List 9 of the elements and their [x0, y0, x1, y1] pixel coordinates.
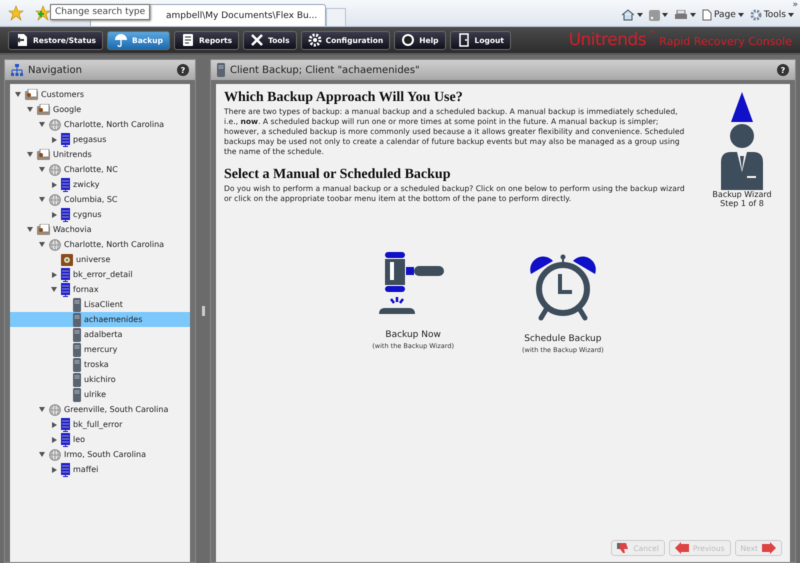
wizard-step: Step 1 of 8 — [720, 199, 764, 208]
section-heading: Which Backup Approach Will You Use? — [224, 90, 464, 106]
brand-logo: Unitrends — [568, 30, 646, 50]
panel-title: Navigation — [28, 64, 82, 76]
section-heading: Select a Manual or Scheduled Backup — [224, 167, 452, 183]
panel-title: Client Backup; Client "achaemenides" — [230, 64, 420, 76]
wizard-title: Backup Wizard — [712, 190, 772, 199]
brand-subtitle: Rapid Recovery Console — [659, 35, 792, 48]
tooltip: Change search type — [50, 4, 150, 20]
